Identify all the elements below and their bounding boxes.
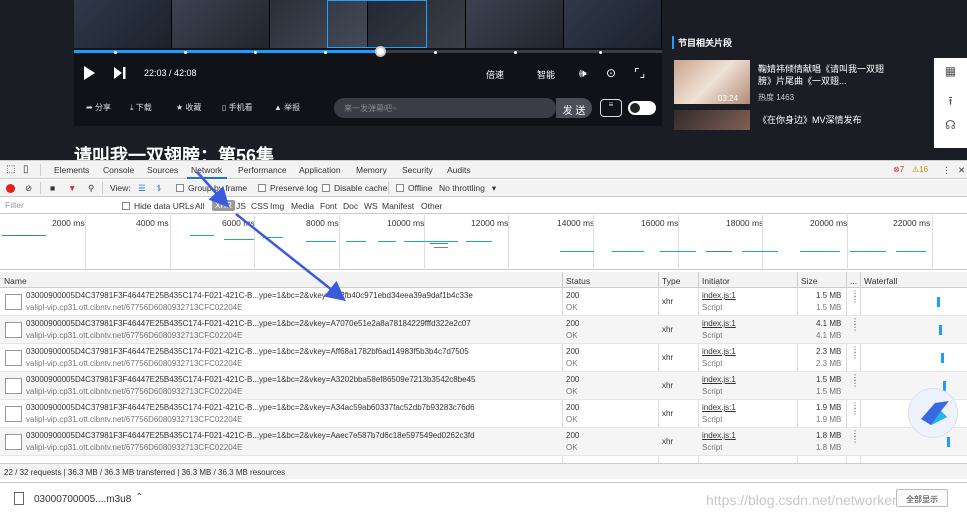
- downloads-bar: 03000700005....m3u8 ⌃ https://blog.csdn.…: [0, 482, 967, 517]
- annotation-arrow: [196, 171, 230, 208]
- annotation-arrow: [235, 213, 346, 302]
- browser-window: 22:03 / 42:08 倍速 智能 🕪 ⊙ ⌜⌟ ➦ 分享 ⤓ 下载 ★ 收…: [0, 0, 967, 517]
- download-file-name[interactable]: 03000700005....m3u8: [34, 494, 131, 505]
- annotation-arrows: [196, 171, 346, 302]
- watermark: https://blog.csdn.net/networken: [706, 492, 900, 508]
- file-icon: [14, 492, 24, 505]
- chevron-up-icon[interactable]: ⌃: [135, 492, 143, 503]
- show-all-downloads-button[interactable]: 全部显示: [896, 489, 948, 507]
